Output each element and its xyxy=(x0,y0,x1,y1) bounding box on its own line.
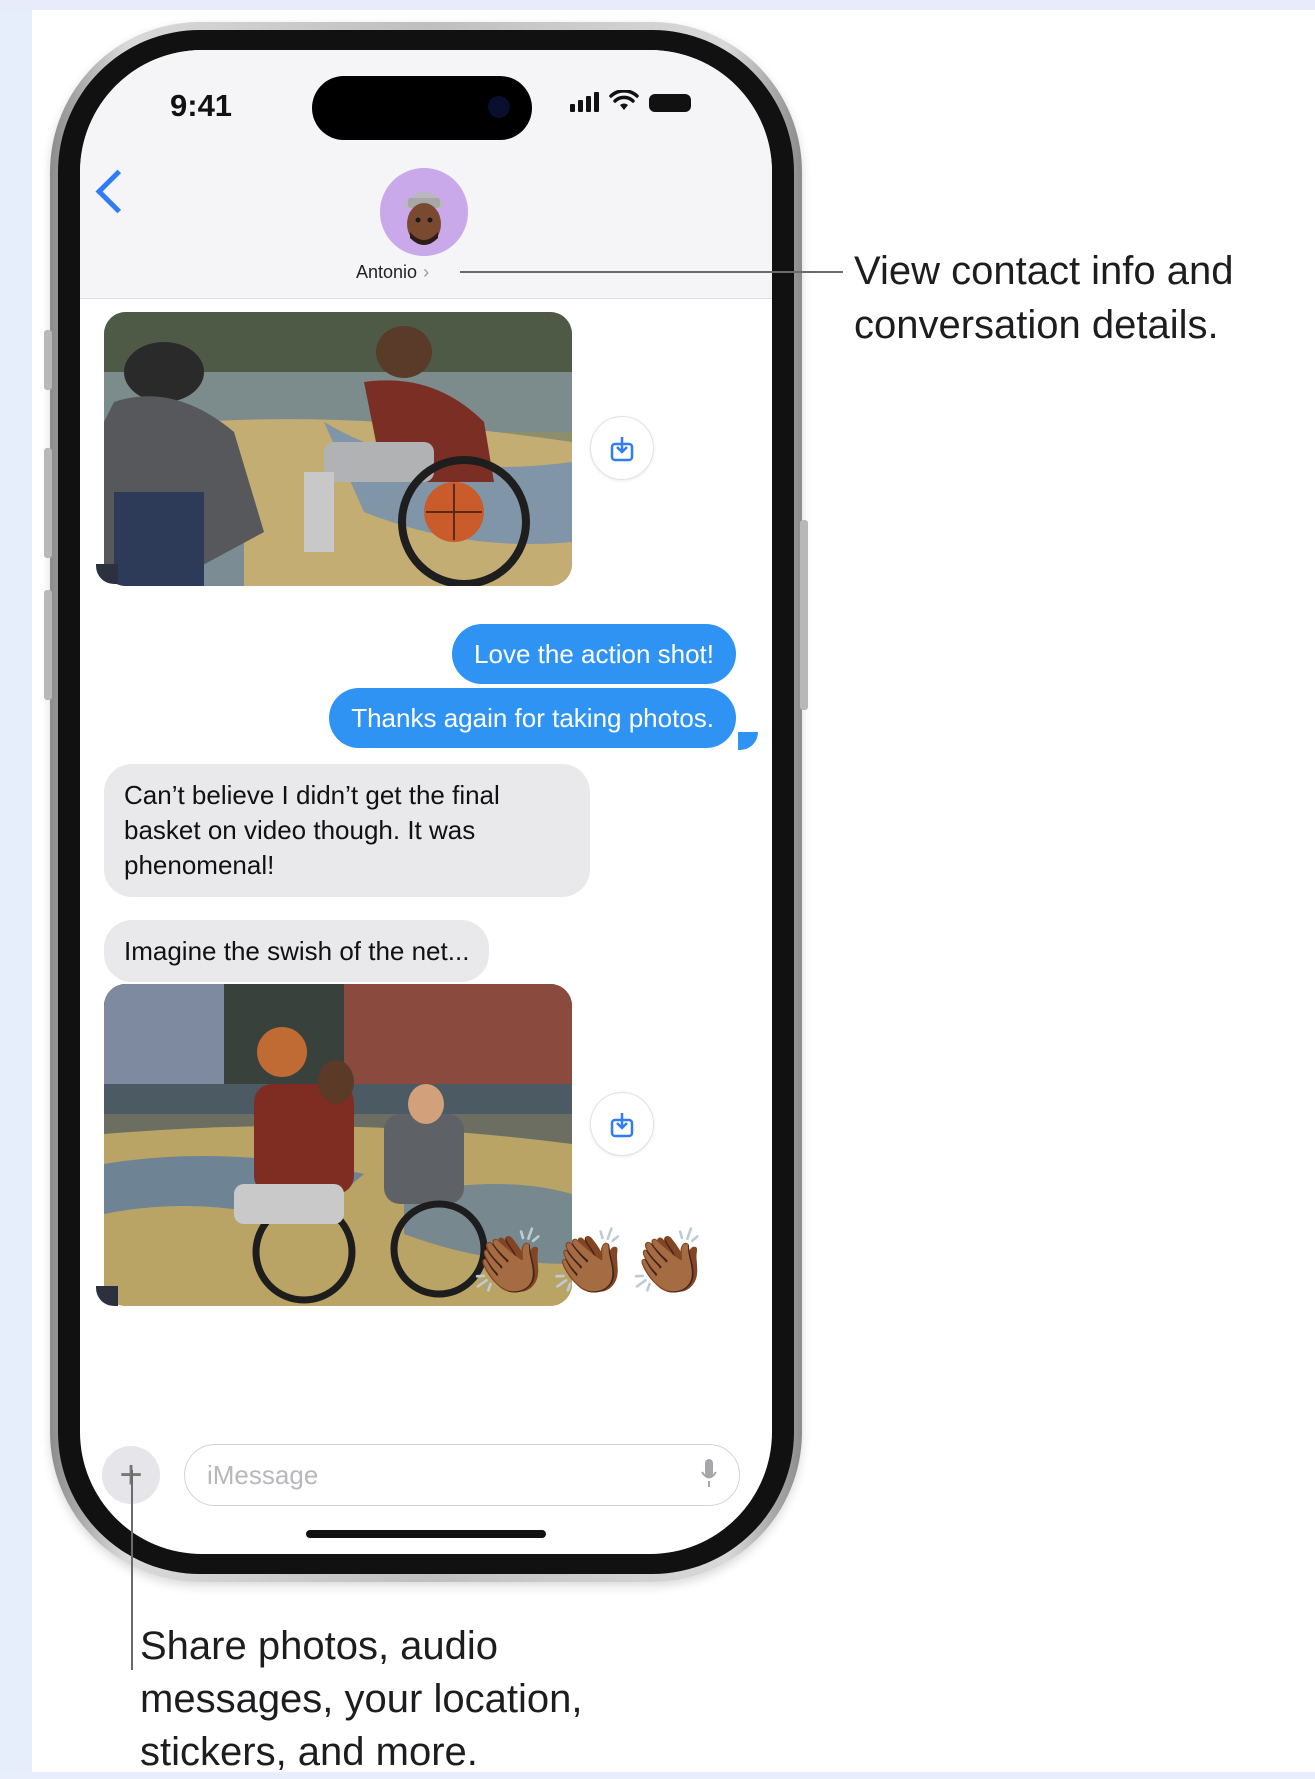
phone-screen: 9:41 Antonio › Love the action shot! Tha… xyxy=(80,50,772,1554)
callout-contact-info: View contact info and conversation detai… xyxy=(854,249,1234,347)
callout-share: Share photos, audio messages, your locat… xyxy=(140,1624,583,1774)
battery-icon xyxy=(649,94,691,112)
message-placeholder: iMessage xyxy=(207,1459,319,1490)
incoming-message[interactable]: Imagine the swish of the net... xyxy=(104,920,490,982)
power-button xyxy=(800,520,808,710)
conversation-header: 9:41 Antonio › xyxy=(80,50,772,299)
callout-line-share xyxy=(131,1470,133,1670)
message-input[interactable]: iMessage xyxy=(184,1444,740,1506)
home-indicator xyxy=(306,1530,546,1538)
share-icon xyxy=(610,1113,634,1138)
volume-up-button xyxy=(44,448,52,558)
incoming-message[interactable]: Can’t believe I didn’t get the final bas… xyxy=(104,764,590,897)
signal-icon xyxy=(570,92,599,112)
volume-down-button xyxy=(44,590,52,700)
share-icon xyxy=(610,437,634,462)
callout-line-contact xyxy=(460,271,843,273)
dynamic-island xyxy=(312,76,532,140)
background-top-band xyxy=(0,0,1315,10)
bubble-tail xyxy=(96,564,118,584)
status-time: 9:41 xyxy=(170,88,233,123)
action-button xyxy=(44,330,52,390)
chevron-right-icon: › xyxy=(423,262,430,282)
memoji-icon xyxy=(380,168,468,256)
bubble-tail xyxy=(738,732,758,750)
outgoing-message[interactable]: Love the action shot! xyxy=(452,624,736,684)
bubble-tail xyxy=(96,1286,118,1306)
share-photo-button[interactable] xyxy=(590,1092,654,1156)
camera-icon xyxy=(488,96,510,118)
emoji-message[interactable]: 👏🏾👏🏾👏🏾 xyxy=(470,1230,709,1294)
back-chevron-icon[interactable] xyxy=(95,169,140,214)
outgoing-message[interactable]: Thanks again for taking photos. xyxy=(329,688,736,748)
photo-message[interactable] xyxy=(104,312,572,586)
share-photo-button[interactable] xyxy=(590,416,654,480)
basketball-photo-1 xyxy=(104,312,572,586)
contact-name-button[interactable]: Antonio › xyxy=(356,262,429,283)
contact-name: Antonio xyxy=(356,262,418,282)
avatar[interactable] xyxy=(380,168,468,256)
background-left-band xyxy=(0,10,32,1772)
microphone-icon[interactable] xyxy=(701,1459,717,1489)
wifi-icon xyxy=(609,90,639,110)
status-icons xyxy=(570,90,691,112)
